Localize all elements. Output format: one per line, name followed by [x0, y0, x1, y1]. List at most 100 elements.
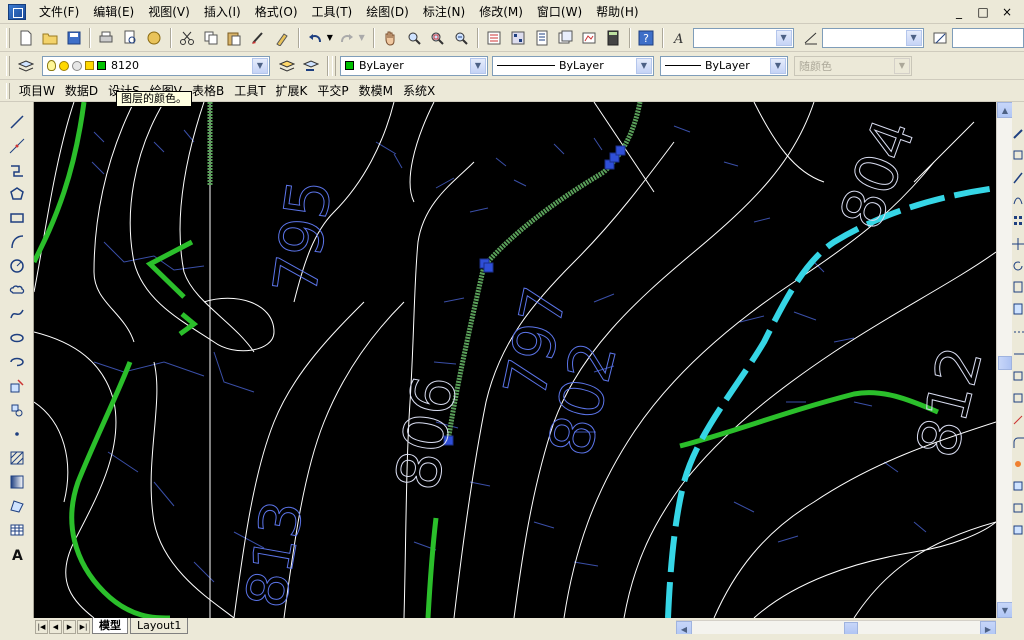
next-tab-icon[interactable]: ▶ [63, 620, 76, 634]
scroll-down-icon[interactable]: ▼ [997, 602, 1013, 618]
stretch-icon[interactable] [1012, 302, 1024, 318]
pan-icon[interactable] [379, 27, 401, 49]
arc-icon[interactable] [6, 231, 28, 253]
menu-help[interactable]: 帮助(H) [589, 0, 645, 24]
rotate-icon[interactable] [1012, 258, 1024, 274]
sun-icon[interactable] [59, 60, 69, 71]
tool-palettes-icon[interactable] [531, 27, 553, 49]
minimize-button[interactable]: _ [952, 5, 966, 19]
make-block-icon[interactable] [6, 399, 28, 421]
table-icon[interactable] [6, 519, 28, 541]
menu-extend[interactable]: 扩展K [271, 80, 313, 102]
sheet-set-icon[interactable] [554, 27, 576, 49]
help-icon[interactable]: ? [635, 27, 657, 49]
viewport-sun-icon[interactable] [72, 60, 82, 71]
previous-tab-icon[interactable]: ◀ [49, 620, 62, 634]
menu-format[interactable]: 格式(O) [248, 0, 305, 24]
cut-icon[interactable] [176, 27, 198, 49]
join-icon[interactable] [1012, 390, 1024, 406]
point-icon[interactable] [6, 423, 28, 445]
match-properties-icon[interactable] [271, 27, 293, 49]
table-style-combo[interactable] [952, 27, 1024, 48]
scroll-up-icon[interactable]: ▲ [997, 102, 1013, 118]
linetype-combo[interactable]: ByLayer ▼ [492, 55, 654, 76]
toolbar-grip[interactable] [332, 55, 336, 76]
menu-system[interactable]: 系统X [398, 80, 440, 102]
undo-icon[interactable] [304, 27, 326, 49]
menu-project[interactable]: 项目W [14, 80, 60, 102]
toolbar-grip[interactable] [6, 27, 10, 48]
text-style-combo[interactable]: ▼ [692, 27, 794, 48]
app-icon[interactable] [8, 3, 26, 20]
revision-cloud-icon[interactable] [6, 279, 28, 301]
layer-manager-icon[interactable] [15, 55, 37, 77]
chevron-down-icon[interactable]: ▼ [770, 57, 786, 74]
line-icon[interactable] [6, 111, 28, 133]
layer-color-swatch[interactable] [97, 61, 106, 70]
ellipse-icon[interactable] [6, 327, 28, 349]
menu-data[interactable]: 数据D [60, 80, 103, 102]
trim-icon[interactable] [1012, 324, 1024, 340]
mirror-icon[interactable] [1012, 170, 1024, 186]
color-combo[interactable]: ByLayer ▼ [340, 55, 488, 76]
toolbar-grip[interactable] [6, 82, 10, 99]
menu-view[interactable]: 视图(V) [141, 0, 197, 24]
menu-tools[interactable]: 工具(T) [305, 0, 360, 24]
light-bulb-icon[interactable] [47, 60, 56, 71]
close-button[interactable]: × [1000, 5, 1014, 19]
restore-button[interactable]: □ [976, 5, 990, 19]
polygon-icon[interactable] [6, 183, 28, 205]
rectangle-icon[interactable] [6, 207, 28, 229]
publish-icon[interactable] [143, 27, 165, 49]
copy-icon[interactable] [200, 27, 222, 49]
copy-object-icon[interactable] [1012, 148, 1024, 164]
menu-file[interactable]: 文件(F) [32, 0, 86, 24]
menu-edit[interactable]: 编辑(E) [86, 0, 141, 24]
zoom-window-icon[interactable] [426, 27, 448, 49]
construction-line-icon[interactable] [6, 135, 28, 157]
menu-insert[interactable]: 插入(I) [197, 0, 248, 24]
redo-icon[interactable] [336, 27, 358, 49]
properties-icon[interactable] [483, 27, 505, 49]
move-icon[interactable] [1012, 236, 1024, 252]
table-style-icon[interactable] [930, 27, 952, 49]
hatch-icon[interactable] [6, 447, 28, 469]
menu-tool[interactable]: 工具T [229, 80, 270, 102]
dimension-style-icon[interactable] [800, 27, 822, 49]
menu-terrain-model[interactable]: 数模M [354, 80, 398, 102]
calculator-icon[interactable] [602, 27, 624, 49]
lineweight-combo[interactable]: ByLayer ▼ [660, 55, 788, 76]
print-preview-icon[interactable] [119, 27, 141, 49]
ellipse-arc-icon[interactable] [6, 351, 28, 373]
spline-icon[interactable] [6, 303, 28, 325]
menu-table[interactable]: 表格B [187, 80, 229, 102]
fillet-icon[interactable] [1012, 434, 1024, 450]
insert-block-icon[interactable] [6, 375, 28, 397]
menu-window[interactable]: 窗口(W) [530, 0, 589, 24]
menu-modify[interactable]: 修改(M) [472, 0, 530, 24]
circle-icon[interactable] [6, 255, 28, 277]
zoom-realtime-icon[interactable] [403, 27, 425, 49]
zoom-previous-icon[interactable] [450, 27, 472, 49]
lock-viewport-icon[interactable] [1012, 478, 1024, 494]
layer-previous-icon[interactable] [300, 55, 322, 77]
extend-icon[interactable] [1012, 346, 1024, 362]
drawing-canvas[interactable]: 795 813 806 802 812 804 797 [31, 101, 997, 621]
offset-icon[interactable] [1012, 192, 1024, 208]
brush-icon[interactable] [247, 27, 269, 49]
erase-icon[interactable] [1012, 126, 1024, 142]
layer-combo[interactable]: 8120 ▼ [42, 55, 270, 76]
first-tab-icon[interactable]: |◀ [35, 620, 48, 634]
menu-dimension[interactable]: 标注(N) [416, 0, 472, 24]
vertical-scroll-thumb[interactable] [998, 356, 1012, 370]
scale-icon[interactable] [1012, 280, 1024, 296]
menu-draw[interactable]: 绘图(D) [359, 0, 416, 24]
chevron-down-icon[interactable]: ▼ [252, 57, 268, 74]
chevron-down-icon[interactable]: ▼ [905, 29, 922, 46]
make-object-layer-current-icon[interactable] [276, 55, 298, 77]
chevron-down-icon[interactable]: ▼ [636, 57, 652, 74]
last-tab-icon[interactable]: ▶| [77, 620, 90, 634]
chevron-down-icon[interactable]: ▼ [775, 29, 792, 46]
regen-icon[interactable] [1012, 522, 1024, 538]
chevron-down-icon[interactable]: ▼ [470, 57, 486, 74]
